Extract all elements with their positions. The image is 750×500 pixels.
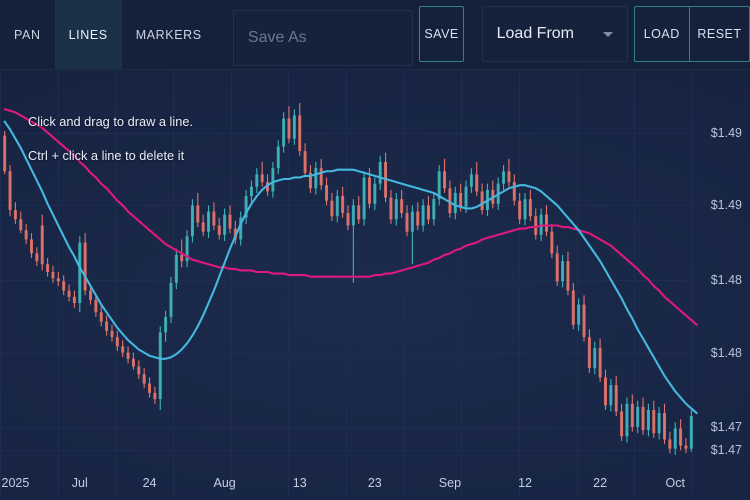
x-axis-labels: 2025 Jul 24 Aug 13 23 Sep 12 22 Oct: [0, 466, 750, 500]
x-axis-tick-label: Oct: [665, 476, 685, 490]
save-button[interactable]: SAVE: [418, 6, 465, 62]
save-as-wrap: [232, 0, 413, 69]
reset-button-label: RESET: [697, 27, 742, 41]
load-from-label: Load From: [496, 25, 574, 42]
x-axis-tick-label: 23: [367, 476, 382, 490]
y-axis-tick-label: $1.48: [710, 345, 742, 360]
toolbar-spacer-3: [464, 0, 481, 69]
toolbar-spacer-2: [413, 0, 419, 69]
y-axis-tick-label: $1.49: [710, 125, 742, 140]
y-axis-tick-label: $1.47: [710, 443, 742, 458]
x-axis-tick-label: 13: [292, 476, 307, 490]
tab-markers-label: MARKERS: [135, 27, 202, 42]
x-axis-tick-label: 2025: [1, 476, 30, 490]
ma-line: [3, 108, 698, 326]
reset-button[interactable]: RESET: [688, 6, 750, 62]
load-button[interactable]: LOAD: [633, 6, 689, 62]
toolbar: PAN LINES MARKERS SAVE Load From LOAD RE…: [0, 0, 750, 70]
ma-line: [3, 120, 698, 415]
y-axis-labels: $1.49 $1.49 $1.48 $1.48 $1.47 $1.47: [690, 70, 750, 500]
y-axis-tick-label: $1.48: [710, 272, 742, 287]
chart-grid: [0, 70, 693, 500]
x-axis-tick-label: Jul: [71, 476, 88, 490]
y-axis-tick-label: $1.47: [710, 420, 742, 434]
x-axis-tick-label: 22: [593, 476, 608, 490]
chevron-down-icon: [602, 31, 613, 37]
tab-lines-label: LINES: [68, 27, 108, 42]
tab-markers[interactable]: MARKERS: [122, 0, 216, 69]
save-as-input[interactable]: [232, 9, 413, 66]
x-axis-tick-label: Aug: [213, 476, 236, 490]
tab-pan-label: PAN: [14, 27, 41, 42]
tab-pan[interactable]: PAN: [0, 0, 55, 69]
load-from-dropdown[interactable]: Load From: [481, 6, 628, 62]
chart-canvas[interactable]: [0, 70, 750, 500]
x-axis-tick-label: Sep: [438, 476, 462, 490]
load-button-label: LOAD: [643, 27, 680, 41]
toolbar-spacer-1: [216, 0, 233, 69]
toolbar-spacer-4: [628, 0, 634, 69]
trading-chart-app: PAN LINES MARKERS SAVE Load From LOAD RE…: [0, 0, 750, 500]
candlestick-chart[interactable]: [0, 70, 750, 500]
tab-lines[interactable]: LINES: [54, 0, 122, 69]
save-button-label: SAVE: [424, 27, 459, 41]
candle-series: [3, 103, 693, 455]
y-axis-tick-label: $1.49: [710, 198, 742, 213]
x-axis-tick-label: 12: [518, 476, 532, 490]
x-axis-tick-label: 24: [142, 476, 157, 490]
